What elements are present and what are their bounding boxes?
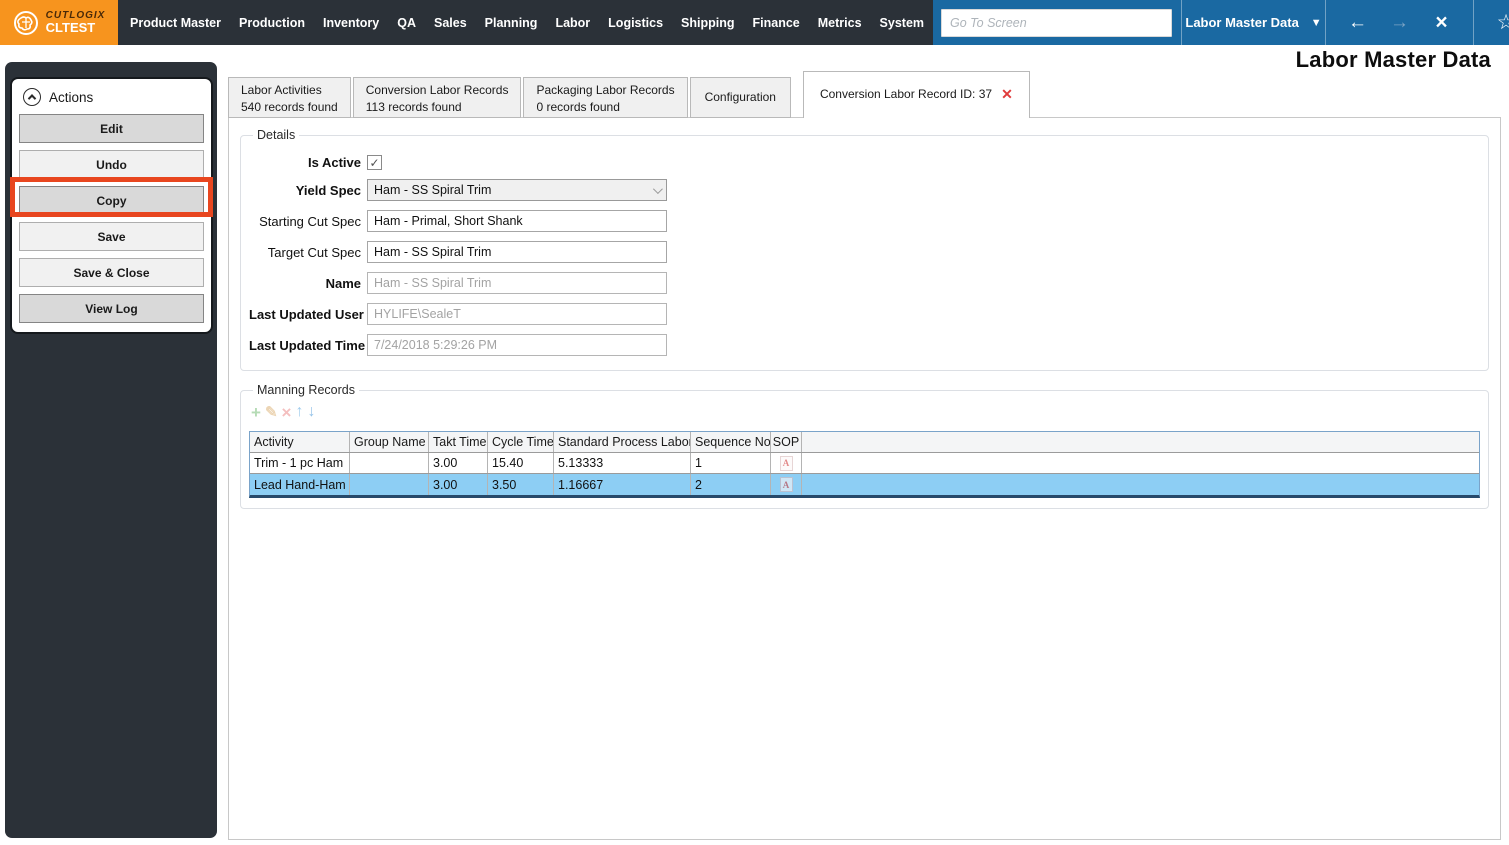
manning-records-table: Activity Group Name Takt Time Cycle Time… — [249, 431, 1480, 498]
collapse-chevron-icon[interactable] — [23, 88, 41, 106]
manning-toolbar: + ✎ × ↑ ↓ — [251, 403, 1480, 421]
yield-spec-dropdown[interactable]: Ham - SS Spiral Trim — [367, 179, 667, 201]
col-sequence-no[interactable]: Sequence No — [691, 432, 771, 452]
menu-metrics[interactable]: Metrics — [809, 0, 871, 45]
table-row-selected[interactable]: Lead Hand-Ham 3.00 3.50 1.16667 2 A — [250, 474, 1479, 495]
menu-shipping[interactable]: Shipping — [672, 0, 743, 45]
target-cut-spec-input[interactable] — [367, 241, 667, 263]
field-target-cut-spec: Target Cut Spec — [249, 241, 1480, 263]
menu-inventory[interactable]: Inventory — [314, 0, 388, 45]
move-up-icon[interactable]: ↑ — [295, 404, 303, 420]
last-updated-time-input — [367, 334, 667, 356]
close-screen-icon[interactable]: × — [1421, 11, 1463, 35]
tab-conversion-labor-record-37[interactable]: Conversion Labor Record ID: 37 ✕ — [802, 71, 1030, 118]
pdf-icon[interactable]: A — [779, 477, 793, 492]
chevron-down-icon — [652, 183, 663, 194]
top-navbar: CUTLOGIX CLTEST Product Master Productio… — [0, 0, 1509, 45]
tab-strip: Labor Activities 540 records found Conve… — [228, 71, 1032, 118]
tab-labor-activities[interactable]: Labor Activities 540 records found — [228, 77, 351, 118]
nav-history-controls: ← → × — [1326, 0, 1473, 45]
menu-finance[interactable]: Finance — [744, 0, 809, 45]
col-takt-time[interactable]: Takt Time — [429, 432, 488, 452]
menu-planning[interactable]: Planning — [476, 0, 547, 45]
screen-selector-dropdown[interactable]: Labor Master Data ▼ — [1182, 0, 1325, 45]
forward-arrow-icon[interactable]: → — [1379, 12, 1421, 34]
screen-selector-label: Labor Master Data — [1185, 15, 1299, 30]
details-groupbox: Details Is Active ✓ Yield Spec Ham - SS … — [240, 128, 1489, 371]
manning-records-legend: Manning Records — [257, 383, 355, 397]
field-is-active: Is Active ✓ — [249, 155, 1480, 170]
menu-logistics[interactable]: Logistics — [599, 0, 672, 45]
col-activity[interactable]: Activity — [250, 432, 350, 452]
go-to-screen-input[interactable] — [941, 8, 1173, 37]
actions-header: Actions — [23, 88, 204, 106]
move-down-icon[interactable]: ↓ — [307, 404, 315, 420]
tab-configuration[interactable]: Configuration — [689, 77, 791, 118]
back-arrow-icon[interactable]: ← — [1337, 12, 1379, 34]
edit-button[interactable]: Edit — [19, 114, 204, 143]
environment-name: CLTEST — [45, 19, 96, 35]
menu-production[interactable]: Production — [230, 0, 314, 45]
details-legend: Details — [257, 128, 296, 142]
col-standard-process-labor[interactable]: Standard Process Labor — [554, 432, 691, 452]
edit-pencil-icon[interactable]: ✎ — [265, 405, 278, 420]
menu-labor[interactable]: Labor — [546, 0, 599, 45]
undo-button[interactable]: Undo — [19, 150, 204, 179]
menu-system[interactable]: System — [871, 0, 933, 45]
last-updated-user-input — [367, 303, 667, 325]
table-header-row: Activity Group Name Takt Time Cycle Time… — [250, 432, 1479, 453]
copy-button[interactable]: Copy — [19, 186, 204, 215]
brand-brain-icon — [13, 10, 38, 35]
field-name: Name — [249, 272, 1480, 294]
view-log-button[interactable]: View Log — [19, 294, 204, 323]
save-close-button[interactable]: Save & Close — [19, 258, 204, 287]
record-detail-panel: Details Is Active ✓ Yield Spec Ham - SS … — [228, 117, 1501, 840]
actions-title: Actions — [49, 89, 94, 105]
navbar-right-cluster: Labor Master Data ▼ ← → × ☆ — [933, 0, 1509, 45]
menu-product-master[interactable]: Product Master — [121, 0, 230, 45]
chevron-down-icon: ▼ — [1310, 16, 1322, 29]
col-group-name[interactable]: Group Name — [350, 432, 429, 452]
app-logo: CUTLOGIX CLTEST — [0, 0, 118, 45]
menu-sales[interactable]: Sales — [425, 0, 476, 45]
checkmark-icon: ✓ — [369, 155, 380, 170]
name-input — [367, 272, 667, 294]
menu-qa[interactable]: QA — [388, 0, 425, 45]
save-button[interactable]: Save — [19, 222, 204, 251]
left-sidebar: Actions Edit Undo Copy Save Save & Close… — [5, 62, 217, 838]
add-icon[interactable]: + — [251, 404, 261, 421]
tab-close-icon[interactable]: ✕ — [1001, 85, 1013, 105]
pdf-icon[interactable]: A — [779, 455, 793, 471]
main-menu: Product Master Production Inventory QA S… — [118, 0, 933, 45]
table-row[interactable]: Trim - 1 pc Ham 3.00 15.40 5.13333 1 A — [250, 453, 1479, 474]
field-starting-cut-spec: Starting Cut Spec — [249, 210, 1480, 232]
page-title: Labor Master Data — [1295, 47, 1491, 72]
field-yield-spec: Yield Spec Ham - SS Spiral Trim — [249, 179, 1480, 201]
copy-button-highlight: Copy — [10, 177, 213, 217]
field-last-updated-user: Last Updated User — [249, 303, 1480, 325]
tab-packaging-labor-records[interactable]: Packaging Labor Records 0 records found — [523, 77, 688, 118]
actions-panel: Actions Edit Undo Copy Save Save & Close… — [10, 77, 213, 334]
col-sop[interactable]: SOP — [771, 432, 802, 452]
starting-cut-spec-input[interactable] — [367, 210, 667, 232]
manning-records-groupbox: Manning Records + ✎ × ↑ ↓ Activity Group… — [240, 383, 1489, 509]
field-last-updated-time: Last Updated Time — [249, 334, 1480, 356]
col-cycle-time[interactable]: Cycle Time — [488, 432, 554, 452]
favorite-star-icon[interactable]: ☆ — [1474, 0, 1509, 45]
tab-conversion-labor-records[interactable]: Conversion Labor Records 113 records fou… — [352, 77, 522, 118]
is-active-checkbox[interactable]: ✓ — [367, 155, 382, 170]
delete-icon[interactable]: × — [282, 404, 292, 421]
